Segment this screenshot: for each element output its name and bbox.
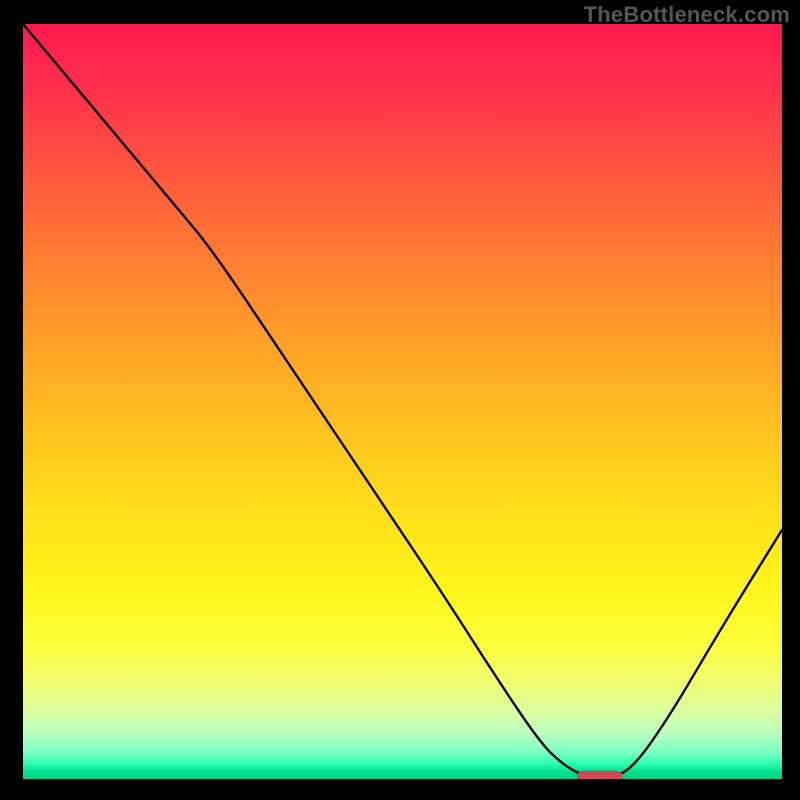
bottleneck-curve (23, 24, 782, 777)
optimal-marker (577, 771, 623, 779)
watermark-text: TheBottleneck.com (584, 2, 790, 28)
chart-svg (23, 24, 782, 779)
plot-area (20, 24, 782, 782)
